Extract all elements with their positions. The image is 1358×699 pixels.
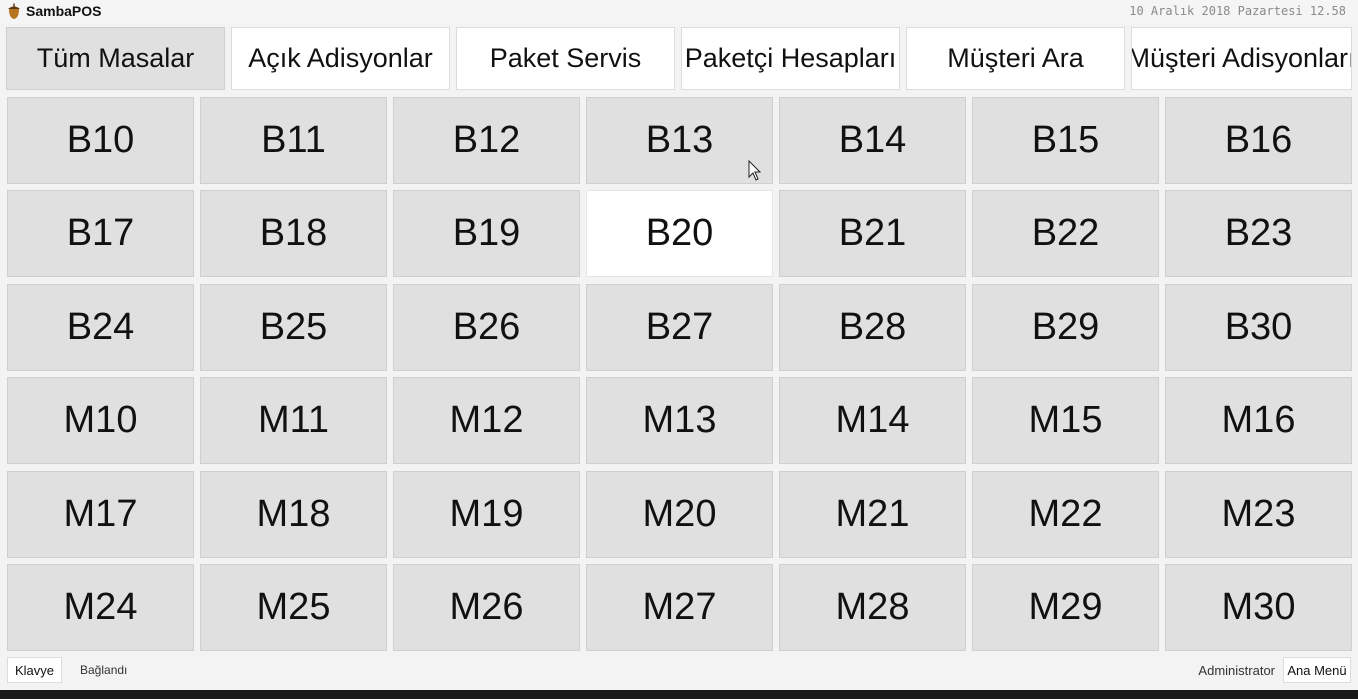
table-button-m10[interactable]: M10 [7,377,194,464]
table-button-b17[interactable]: B17 [7,190,194,277]
datetime-display: 10 Aralık 2018 Pazartesi 12.58 [1129,4,1346,18]
table-button-b22[interactable]: B22 [972,190,1159,277]
table-button-m17[interactable]: M17 [7,471,194,558]
table-button-b24[interactable]: B24 [7,284,194,371]
acorn-icon [8,3,20,19]
table-button-b11[interactable]: B11 [200,97,387,184]
table-button-m22[interactable]: M22 [972,471,1159,558]
table-button-m28[interactable]: M28 [779,564,966,651]
table-button-m21[interactable]: M21 [779,471,966,558]
table-button-b12[interactable]: B12 [393,97,580,184]
table-button-m15[interactable]: M15 [972,377,1159,464]
table-button-b29[interactable]: B29 [972,284,1159,371]
table-button-b25[interactable]: B25 [200,284,387,371]
table-button-b15[interactable]: B15 [972,97,1159,184]
table-button-m24[interactable]: M24 [7,564,194,651]
table-button-b20[interactable]: B20 [586,190,773,277]
table-button-b16[interactable]: B16 [1165,97,1352,184]
tab-search-customer[interactable]: Müşteri Ara [906,27,1125,90]
table-button-m30[interactable]: M30 [1165,564,1352,651]
table-button-m13[interactable]: M13 [586,377,773,464]
table-button-m27[interactable]: M27 [586,564,773,651]
table-button-b19[interactable]: B19 [393,190,580,277]
current-user: Administrator [1198,663,1275,678]
tab-delivery-service[interactable]: Paket Servis [456,27,675,90]
table-button-m20[interactable]: M20 [586,471,773,558]
table-button-m16[interactable]: M16 [1165,377,1352,464]
connection-status: Bağlandı [80,663,128,677]
tab-customer-tickets[interactable]: Müşteri Adisyonları [1131,27,1352,90]
table-button-b21[interactable]: B21 [779,190,966,277]
table-button-m14[interactable]: M14 [779,377,966,464]
table-button-b14[interactable]: B14 [779,97,966,184]
table-button-m12[interactable]: M12 [393,377,580,464]
table-button-m18[interactable]: M18 [200,471,387,558]
table-button-m25[interactable]: M25 [200,564,387,651]
mouse-pointer-icon [748,160,762,181]
table-button-b23[interactable]: B23 [1165,190,1352,277]
os-taskbar [0,690,1358,699]
table-button-m26[interactable]: M26 [393,564,580,651]
tab-open-tickets[interactable]: Açık Adisyonlar [231,27,450,90]
app-title: SambaPOS [26,3,102,19]
table-button-m23[interactable]: M23 [1165,471,1352,558]
tab-all-tables[interactable]: Tüm Masalar [6,27,225,90]
tab-courier-accounts[interactable]: Paketçi Hesapları [681,27,900,90]
table-button-b26[interactable]: B26 [393,284,580,371]
table-button-b13[interactable]: B13 [586,97,773,184]
main-menu-button[interactable]: Ana Menü [1283,657,1351,683]
table-button-m19[interactable]: M19 [393,471,580,558]
table-button-b18[interactable]: B18 [200,190,387,277]
keyboard-button[interactable]: Klavye [7,657,62,683]
category-tabs: Tüm Masalar Açık Adisyonlar Paket Servis… [6,27,1352,90]
table-button-b10[interactable]: B10 [7,97,194,184]
table-button-m29[interactable]: M29 [972,564,1159,651]
table-button-b27[interactable]: B27 [586,284,773,371]
title-bar: SambaPOS 10 Aralık 2018 Pazartesi 12.58 [0,0,1358,24]
status-bar: Klavye Bağlandı Administrator Ana Menü [0,654,1358,690]
table-button-b30[interactable]: B30 [1165,284,1352,371]
table-button-b28[interactable]: B28 [779,284,966,371]
table-button-m11[interactable]: M11 [200,377,387,464]
